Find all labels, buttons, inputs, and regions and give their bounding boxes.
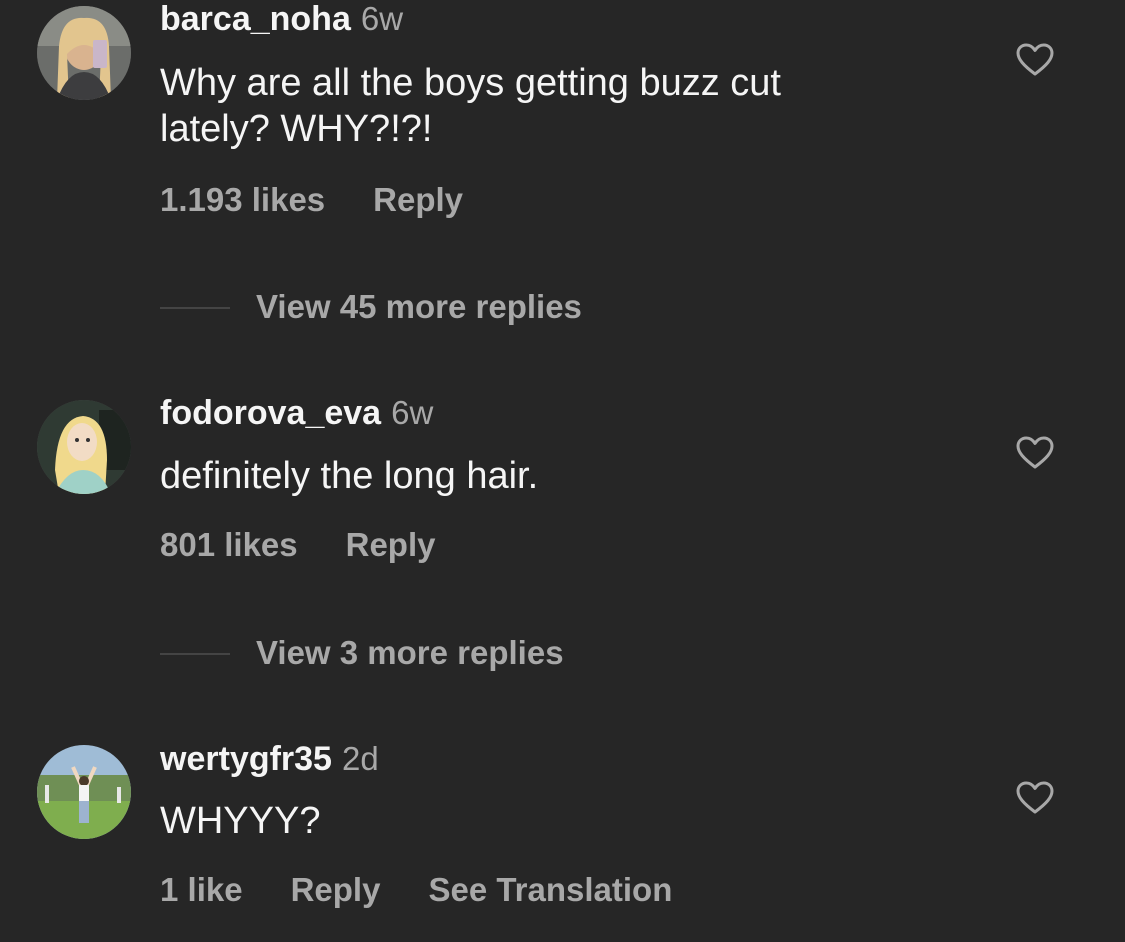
likes-count[interactable]: 1.193 likes [160,181,325,218]
comment-username[interactable]: barca_noha [160,0,351,38]
comment-text: definitely the long hair. [160,453,960,499]
view-replies-label[interactable]: View 45 more replies [256,288,582,326]
comment-text: Why are all the boys getting buzz cut la… [160,60,960,152]
likes-count[interactable]: 801 likes [160,526,298,563]
heart-icon[interactable] [1016,43,1054,77]
avatar-image [37,745,131,839]
avatar[interactable] [37,400,131,494]
avatar[interactable] [37,745,131,839]
comments-list: barca_noha 6w Why are all the boys gettin… [0,0,1125,942]
avatar[interactable] [37,6,131,100]
comment-text: WHYYY? [160,798,960,844]
comment-text-line: WHYYY? [160,800,321,842]
comment-time: 6w [391,394,434,431]
heart-icon[interactable] [1016,436,1054,470]
comment-time: 6w [360,0,404,37]
comment-username[interactable]: wertygfr35 [160,740,332,778]
reply-button[interactable]: Reply [291,871,381,908]
reply-button[interactable]: Reply [373,181,463,218]
comment-text-line: Why are all the boys getting buzz cut [160,62,781,104]
comment-username[interactable]: fodorova_eva [160,394,381,432]
likes-count[interactable]: 1 like [160,871,243,908]
heart-icon[interactable] [1016,781,1054,815]
comment-time: 2d [341,740,379,777]
replies-divider [160,653,230,655]
avatar-image [37,6,131,100]
view-replies-label[interactable]: View 3 more replies [256,634,564,672]
avatar-image [37,400,131,494]
comment-text-line: lately? WHY?!?! [160,108,433,150]
replies-divider [160,307,230,309]
reply-button[interactable]: Reply [346,526,436,563]
comment-text-line: definitely the long hair. [160,455,539,497]
see-translation-button[interactable]: See Translation [428,871,672,908]
